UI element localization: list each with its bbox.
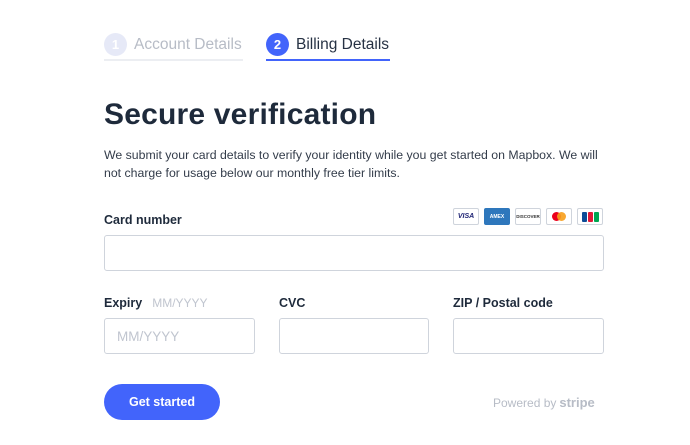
description: We submit your card details to verify yo… (104, 148, 598, 180)
step-account-details[interactable]: 1 Account Details (104, 30, 243, 61)
visa-icon: VISA (453, 208, 479, 225)
cvc-input[interactable] (279, 318, 429, 354)
card-number-label: Card number (104, 213, 182, 227)
step-number: 1 (104, 33, 127, 56)
powered-by-stripe[interactable]: Powered by stripe (493, 395, 595, 410)
step-progress: 1 Account Details 2 Billing Details (104, 30, 390, 61)
step-billing-details[interactable]: 2 Billing Details (266, 30, 390, 61)
page-title: Secure verification (104, 98, 377, 131)
powered-by-text: Powered by (493, 396, 557, 410)
stripe-logo: stripe (559, 395, 595, 410)
step-number: 2 (266, 33, 289, 56)
zip-input[interactable] (453, 318, 604, 354)
expiry-label: Expiry MM/YYYY (104, 296, 208, 310)
amex-icon: AMEX (484, 208, 510, 225)
expiry-input[interactable] (104, 318, 255, 354)
get-started-button[interactable]: Get started (104, 384, 220, 420)
card-brand-icons: VISA AMEX DISCOVER (453, 208, 603, 225)
step-label: Account Details (134, 35, 242, 53)
expiry-label-text: Expiry (104, 296, 143, 310)
card-number-input[interactable] (104, 235, 604, 271)
jcb-icon (577, 208, 603, 225)
mastercard-icon (546, 208, 572, 225)
step-label: Billing Details (296, 35, 390, 53)
zip-label: ZIP / Postal code (453, 296, 553, 310)
expiry-hint: MM/YYYY (152, 296, 208, 310)
cvc-label: CVC (279, 296, 306, 310)
discover-icon: DISCOVER (515, 208, 541, 225)
